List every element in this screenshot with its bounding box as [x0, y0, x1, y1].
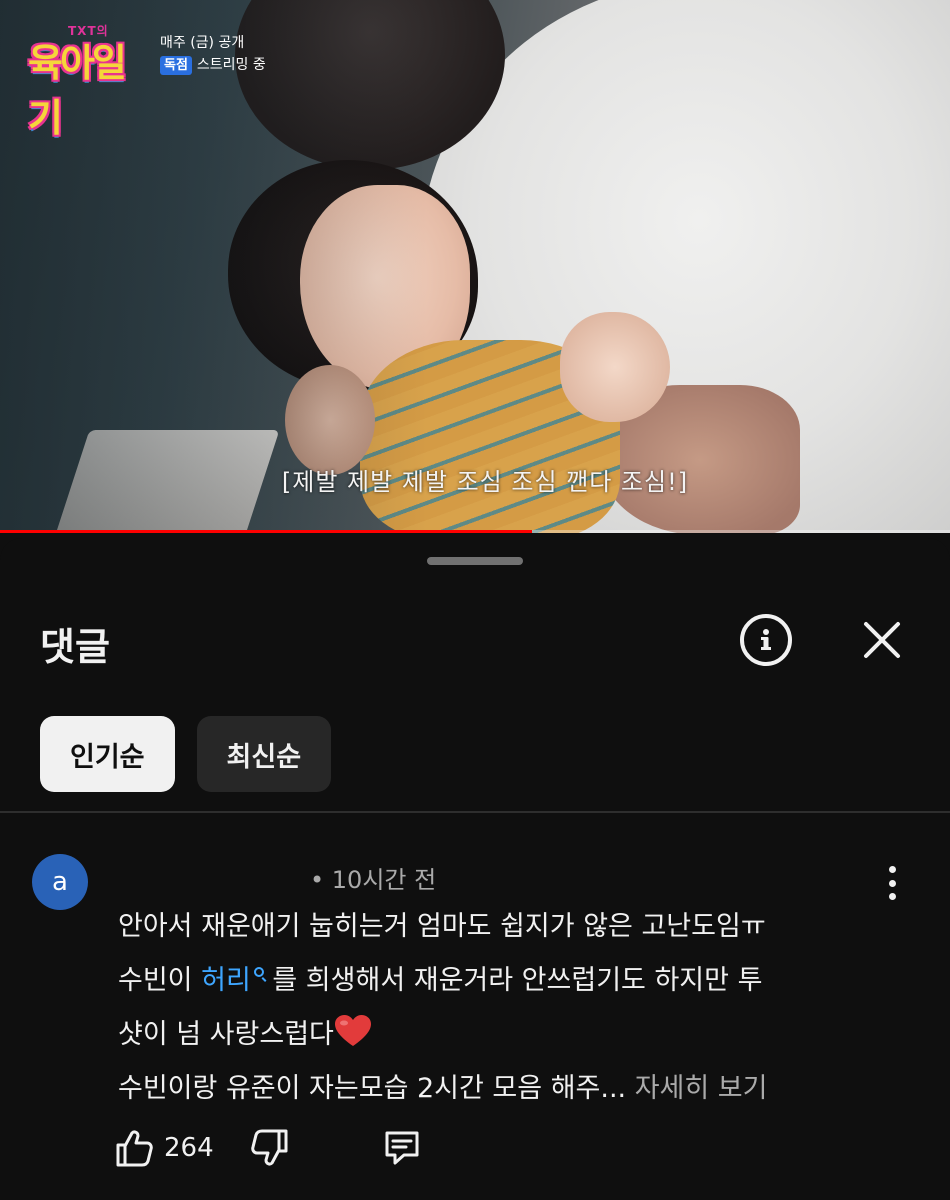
sort-chips: 인기순 최신순: [40, 716, 332, 792]
comments-sheet: 댓글 인기순 최신순 a • 10시간 전 안아서 재운애기 눕히는거 엄마도 …: [0, 538, 950, 1200]
comment-line-1: 안아서 재운애기 눕히는거 엄마도 쉽지가 않은 고난도임ㅠ: [118, 911, 766, 942]
divider: [0, 811, 950, 813]
more-options-button[interactable]: [876, 863, 908, 903]
comment-actions: 264: [114, 1128, 422, 1168]
exclusive-badge: 독점: [160, 55, 192, 75]
comment-line-2-post: 를 희생해서 재운거라 안쓰럽기도 하지만 투: [263, 965, 763, 996]
comment-text: 안아서 재운애기 눕히는거 엄마도 쉽지가 않은 고난도임ㅠ 수빈이 허리 를 …: [118, 900, 908, 1116]
show-logo: TXT의 육아일기: [28, 22, 150, 140]
show-logo-main: 육아일기: [28, 41, 127, 140]
avatar[interactable]: a: [32, 854, 88, 910]
streaming-label: 스트리밍 중: [196, 57, 266, 73]
close-button[interactable]: [858, 616, 906, 664]
read-more-link[interactable]: 자세히 보기: [635, 1073, 768, 1104]
comment-line-2-pre: 수빈이: [118, 965, 202, 996]
comment-line-4-text: 수빈이랑 유준이 자는모습 2시간 모음 해주...: [118, 1073, 635, 1104]
search-link[interactable]: 허리: [201, 965, 264, 996]
video-progress-played: [0, 530, 532, 533]
like-count: 264: [164, 1133, 214, 1163]
close-icon: [864, 622, 900, 658]
video-progress-bar[interactable]: [0, 530, 950, 533]
streaming-info: 독점 스트리밍 중: [160, 54, 266, 76]
search-icon: [253, 967, 264, 977]
reply-icon[interactable]: [382, 1128, 422, 1168]
search-link-text: 허리: [201, 965, 251, 996]
info-button[interactable]: [740, 614, 792, 666]
kebab-dot: [888, 879, 896, 887]
kebab-dot: [888, 893, 896, 900]
sort-chip-top[interactable]: 인기순: [40, 716, 175, 792]
heart-icon: [334, 1015, 371, 1046]
thumbs-down-icon[interactable]: [250, 1128, 290, 1168]
info-icon: [761, 629, 771, 650]
release-info: 매주 (금) 공개 독점 스트리밍 중: [160, 32, 266, 76]
comment-line-3-text: 샷이 넘 사랑스럽다: [118, 1019, 334, 1050]
comment-meta: • 10시간 전: [120, 860, 436, 895]
video-subtitle: [제발 제발 제발 조심 조심 깬다 조심!]: [281, 468, 689, 496]
comment-line-3: 샷이 넘 사랑스럽다: [118, 1008, 908, 1062]
drag-handle[interactable]: [427, 557, 523, 565]
comment-line-2: 수빈이 허리 를 희생해서 재운거라 안쓰럽기도 하지만 투: [118, 954, 908, 1008]
release-schedule: 매주 (금) 공개: [160, 35, 245, 51]
comment-time: • 10시간 전: [310, 866, 437, 894]
video-player[interactable]: TXT의 육아일기 매주 (금) 공개 독점 스트리밍 중 [제발 제발 제발 …: [0, 0, 950, 533]
sort-chip-newest[interactable]: 최신순: [196, 716, 332, 792]
sheet-title: 댓글: [40, 625, 110, 669]
comment-line-4: 수빈이랑 유준이 자는모습 2시간 모음 해주... 자세히 보기: [118, 1062, 908, 1116]
comment-author[interactable]: [120, 869, 310, 887]
kebab-dot: [888, 866, 896, 873]
thumbs-up-icon[interactable]: [114, 1128, 154, 1168]
